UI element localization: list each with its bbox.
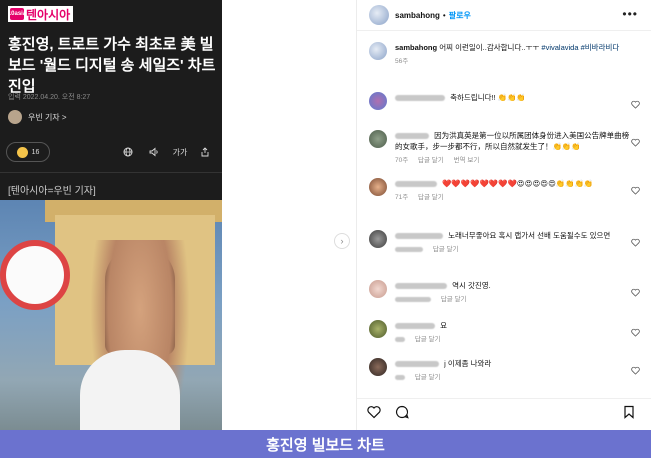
reaction-button[interactable]: 16 [6, 142, 50, 162]
separator-dot: • [442, 10, 446, 20]
news-article-panel: 10asia 텐아시아 홍진영, 트로트 가수 최초로 美 빌보드 '월드 디지… [0, 0, 222, 458]
reaction-count: 16 [31, 148, 40, 156]
article-date: 입력 2022.04.20. 오전 8:27 [8, 94, 91, 101]
username[interactable]: sambahong [395, 11, 440, 20]
blurred-meta [395, 296, 431, 302]
comment-body: j 이제좀 나와라 답글 달기 [395, 358, 630, 383]
comment-text: 노래너무좋아요 혹시 랩가서 선배 도움될수도 있으면 [448, 231, 611, 240]
follow-button[interactable]: 팔로우 [449, 10, 471, 21]
avatar[interactable] [369, 5, 389, 25]
reporter-link[interactable]: 우빈 기자 > [8, 110, 67, 124]
caption-body: sambahong 어찌 이런일이..감사합니다..ㅜㅜ #vivalavida… [395, 42, 630, 67]
screenshot-root: 10asia 텐아시아 홍진영, 트로트 가수 최초로 美 빌보드 '월드 디지… [0, 0, 651, 458]
comment-meta: 71주 답글 달기 [395, 192, 630, 203]
smile-emoji-icon [16, 146, 28, 158]
reporter-name: 우빈 기자 > [28, 112, 67, 122]
reporter-avatar [8, 110, 22, 124]
comment-body: 축하드립니다!! 👏👏👏 [395, 92, 630, 103]
blurred-meta [395, 246, 423, 252]
heart-icon[interactable] [631, 362, 640, 375]
heart-icon[interactable] [631, 134, 640, 147]
comment-body: 노래너무좋아요 혹시 랩가서 선배 도움될수도 있으면 답글 달기 [395, 230, 630, 255]
post-action-bar [357, 398, 651, 424]
blurred-username [395, 283, 447, 290]
reply-link[interactable]: 답글 달기 [415, 374, 441, 381]
blurred-username [395, 233, 443, 240]
comment-meta: 답글 달기 [395, 334, 630, 345]
share-icon[interactable] [197, 145, 213, 159]
article-title: 홍진영, 트로트 가수 최초로 美 빌보드 '월드 디지털 송 세일즈' 차트 … [8, 36, 216, 95]
comment-meta: 답글 달기 [395, 294, 630, 305]
avatar[interactable] [369, 280, 387, 298]
blurred-username [395, 181, 437, 188]
comment-text: 역시 갓진영. [452, 281, 491, 290]
reply-link[interactable]: 답글 달기 [433, 246, 459, 253]
comment-body: ❤️❤️❤️❤️❤️❤️❤️❤️😍😍😍😍😍👏👏👏👏 71주 답글 달기 [395, 178, 630, 203]
heart-icon[interactable] [631, 324, 640, 337]
news-logo[interactable]: 10asia 텐아시아 [8, 6, 74, 22]
caption-text: 어찌 이런일이..감사합니다..ㅜㅜ [439, 43, 540, 52]
globe-icon[interactable] [120, 145, 136, 159]
article-photo[interactable] [0, 200, 222, 458]
comment-meta: 답글 달기 [395, 372, 630, 383]
avatar[interactable] [369, 230, 387, 248]
reply-link[interactable]: 답글 달기 [441, 296, 467, 303]
comment-time: 71주 [395, 194, 409, 201]
heart-icon[interactable] [367, 405, 381, 419]
speaker-icon[interactable] [146, 145, 162, 159]
comment-body: 요 답글 달기 [395, 320, 630, 345]
caption-hashtags[interactable]: #vivalavida #비바라비다 [541, 43, 619, 52]
logo-mark: 10asia [8, 8, 26, 20]
comment-icon[interactable] [395, 405, 409, 419]
comment-meta: 70주 답글 달기 번역 보기 [395, 155, 630, 166]
blurred-username [395, 95, 445, 102]
avatar[interactable] [369, 178, 387, 196]
avatar[interactable] [369, 358, 387, 376]
heart-icon[interactable] [631, 234, 640, 247]
comment-meta: 답글 달기 [395, 244, 630, 255]
avatar[interactable] [369, 130, 387, 148]
comment-text: j 이제좀 나와라 [444, 359, 492, 368]
blurred-meta [395, 374, 405, 380]
lifebuoy [0, 240, 70, 310]
instagram-post-panel: sambahong • 팔로우 ••• sambahong 어찌 이런일이..감… [356, 0, 651, 458]
blurred-meta [395, 336, 405, 342]
caption-time-label: 56주 [395, 58, 409, 65]
translate-link[interactable]: 번역 보기 [454, 157, 480, 164]
comment-body: 역시 갓진영. 답글 달기 [395, 280, 630, 305]
caption-banner: 홍진영 빌보드 차트 [0, 430, 651, 458]
heart-icon[interactable] [631, 96, 640, 109]
comment-body: 因为洪真英是第一位以所属团体身份进入美国公告牌单曲榜的女歌手，步一步都不行，所以… [395, 130, 630, 166]
reply-link[interactable]: 답글 달기 [418, 194, 444, 201]
comment-time: 70주 [395, 157, 409, 164]
blurred-username [395, 323, 435, 330]
caption-time: 56주 [395, 56, 630, 67]
post-header: sambahong • 팔로우 ••• [357, 0, 651, 31]
heart-icon[interactable] [631, 182, 640, 195]
caption-username[interactable]: sambahong [395, 43, 437, 52]
blurred-username [395, 361, 439, 368]
blurred-username [395, 133, 429, 140]
avatar[interactable] [369, 42, 387, 60]
comment-text: 요 [440, 321, 447, 330]
comment-text: 축하드립니다!! 👏👏👏 [450, 93, 526, 102]
font-size-icon[interactable]: 가가 [172, 145, 188, 159]
logo-name: 텐아시아 [26, 7, 71, 22]
chevron-right-icon[interactable]: › [334, 233, 350, 249]
reply-link[interactable]: 답글 달기 [415, 336, 441, 343]
comment-text: 因为洪真英是第一位以所属团体身份进入美国公告牌单曲榜的女歌手，步一步都不行，所以… [395, 131, 630, 151]
comment-text: ❤️❤️❤️❤️❤️❤️❤️❤️😍😍😍😍😍👏👏👏👏 [442, 179, 594, 188]
photo-caption: [텐아시아=우빈 기자] [8, 186, 96, 197]
divider [0, 172, 222, 173]
avatar[interactable] [369, 92, 387, 110]
avatar[interactable] [369, 320, 387, 338]
bookmark-icon[interactable] [622, 405, 636, 419]
heart-icon[interactable] [631, 284, 640, 297]
reply-link[interactable]: 답글 달기 [418, 157, 444, 164]
more-options-icon[interactable]: ••• [622, 7, 638, 21]
